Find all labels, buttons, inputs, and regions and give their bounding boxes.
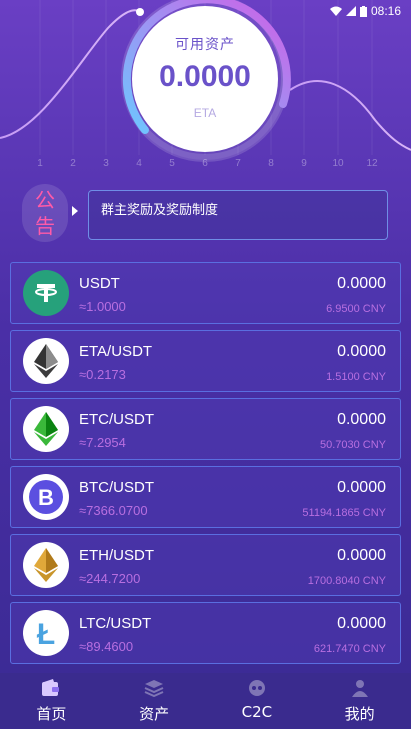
available-assets-value: 0.0000: [159, 60, 251, 93]
coin-pair: ETH/USDT: [79, 547, 154, 564]
month-label: 12: [366, 158, 378, 169]
layers-icon: [144, 680, 164, 697]
wallet-icon: [42, 679, 60, 696]
tab-assets-label: 资产: [139, 705, 170, 723]
tether-icon: [23, 270, 69, 316]
coin-amount: 0.0000: [337, 479, 386, 496]
coin-pair: ETA/USDT: [79, 343, 153, 360]
coin-cny-value: 1700.8040 CNY: [307, 575, 386, 587]
person-icon: [351, 680, 368, 697]
coin-price: ≈89.4600: [79, 639, 134, 654]
bottom-tab-bar: 首页 资产 C2C 我的: [0, 673, 411, 729]
coin-amount: 0.0000: [337, 343, 386, 360]
coin-price: ≈0.2173: [79, 367, 126, 382]
ethereum-classic-icon: [23, 406, 69, 452]
coin-price: ≈1.0000: [79, 299, 126, 314]
announcement-badge-char: 告: [35, 214, 55, 238]
announcement-badge: 公 告: [22, 184, 68, 242]
month-label: 10: [332, 158, 344, 169]
exchange-icon: [248, 680, 265, 696]
tab-home[interactable]: 首页: [0, 673, 103, 729]
ethereum-gold-icon: [23, 542, 69, 588]
month-label: 6: [202, 158, 208, 169]
coin-cny-value: 6.9500 CNY: [326, 303, 386, 315]
coin-pair: USDT: [79, 275, 120, 292]
month-label: 7: [235, 158, 241, 169]
announcement-badge-char: 公: [35, 188, 55, 212]
tab-c2c-label: C2C: [241, 703, 273, 721]
coin-row-eta[interactable]: ETA/USDT ≈0.2173 0.0000 1.5100 CNY: [10, 330, 401, 392]
coin-amount: 0.0000: [337, 547, 386, 564]
coin-row-usdt[interactable]: USDT ≈1.0000 0.0000 6.9500 CNY: [10, 262, 401, 324]
announcement-text-box[interactable]: 群主奖励及奖励制度: [88, 190, 388, 240]
coin-cny-value: 1.5100 CNY: [326, 371, 386, 383]
tab-mine[interactable]: 我的: [308, 673, 411, 729]
coin-price: ≈7.2954: [79, 435, 126, 450]
wifi-icon: [329, 6, 342, 16]
announcement-bar[interactable]: 公 告 群主奖励及奖励制度: [22, 184, 388, 242]
litecoin-icon: Ł: [23, 610, 69, 656]
coin-cny-value: 50.7030 CNY: [319, 439, 386, 451]
month-label: 2: [70, 158, 76, 169]
tab-home-label: 首页: [36, 705, 67, 723]
tab-assets[interactable]: 资产: [103, 673, 206, 729]
status-bar: 08:16: [0, 0, 411, 22]
tab-mine-label: 我的: [344, 705, 375, 723]
available-assets-label: 可用资产: [175, 37, 235, 53]
asset-gauge: 可用资产 0.0000 ETA: [132, 6, 278, 152]
coin-row-ltc[interactable]: Ł LTC/USDT ≈89.4600 0.0000 621.7470 CNY: [10, 602, 401, 664]
coin-cny-value: 621.7470 CNY: [313, 643, 386, 655]
coin-pair: LTC/USDT: [79, 615, 152, 632]
month-label: 4: [136, 158, 142, 169]
svg-text:Ł: Ł: [37, 618, 55, 651]
coin-amount: 0.0000: [337, 615, 386, 632]
coin-amount: 0.0000: [337, 411, 386, 428]
coin-pair: ETC/USDT: [79, 411, 154, 428]
bitcoin-icon: B: [23, 474, 69, 520]
battery-icon: [359, 5, 367, 17]
coin-list: USDT ≈1.0000 0.0000 6.9500 CNY ETA/USDT …: [10, 262, 401, 670]
coin-row-eth[interactable]: ETH/USDT ≈244.7200 0.0000 1700.8040 CNY: [10, 534, 401, 596]
ethereum-icon: [23, 338, 69, 384]
coin-row-btc[interactable]: B BTC/USDT ≈7366.0700 0.0000 51194.1865 …: [10, 466, 401, 528]
coin-cny-value: 51194.1865 CNY: [302, 507, 386, 519]
signal-icon: [345, 6, 356, 16]
available-assets-unit: ETA: [193, 106, 217, 120]
announcement-text: 群主奖励及奖励制度: [101, 203, 219, 218]
header: 可用资产 0.0000 ETA 1 2 3 4 5 6 7 8 9 10 12: [0, 0, 411, 180]
status-time: 08:16: [370, 4, 401, 18]
month-label: 1: [37, 158, 43, 169]
coin-price: ≈244.7200: [79, 571, 141, 586]
month-label: 8: [268, 158, 274, 169]
coin-row-etc[interactable]: ETC/USDT ≈7.2954 0.0000 50.7030 CNY: [10, 398, 401, 460]
coin-price: ≈7366.0700: [79, 503, 148, 518]
month-axis: 1 2 3 4 5 6 7 8 9 10 12: [0, 158, 411, 174]
month-label: 5: [169, 158, 175, 169]
triangle-right-icon: [72, 206, 78, 216]
svg-text:B: B: [38, 485, 54, 510]
month-label: 3: [103, 158, 109, 169]
coin-amount: 0.0000: [337, 275, 386, 292]
month-label: 9: [301, 158, 307, 169]
tab-c2c[interactable]: C2C: [206, 673, 309, 729]
coin-pair: BTC/USDT: [79, 479, 154, 496]
